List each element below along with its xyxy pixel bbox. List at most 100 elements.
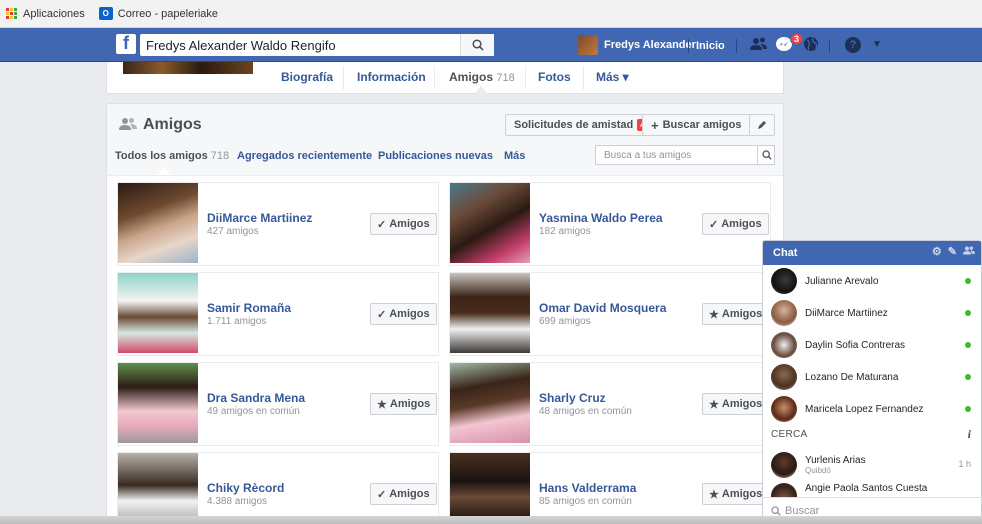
find-friends-button[interactable]: + Buscar amigos bbox=[642, 114, 751, 136]
friend-search-placeholder: Busca a tus amigos bbox=[604, 149, 692, 161]
filter-all-friends[interactable]: Todos los amigos 718 bbox=[115, 150, 229, 162]
bookmark-apps[interactable]: Aplicaciones bbox=[6, 7, 85, 20]
friend-photo[interactable] bbox=[118, 273, 198, 353]
tab-fotos[interactable]: Fotos bbox=[538, 70, 571, 84]
tab-amigos[interactable]: Amigos 718 bbox=[449, 70, 515, 84]
friend-name[interactable]: Sharly Cruz bbox=[539, 391, 606, 405]
friends-button[interactable]: ✓ Amigos bbox=[370, 213, 437, 235]
gear-icon[interactable]: ⚙ bbox=[932, 245, 942, 259]
friend-count[interactable]: 4.388 amigos bbox=[207, 496, 267, 507]
friend-photo[interactable] bbox=[450, 273, 530, 353]
friend-name[interactable]: DiiMarce Martiinez bbox=[207, 211, 312, 225]
friend-count[interactable]: 427 amigos bbox=[207, 226, 259, 237]
search-input[interactable]: Fredys Alexander Waldo Rengifo bbox=[140, 34, 494, 56]
friend-photo[interactable] bbox=[450, 363, 530, 443]
friend-photo[interactable] bbox=[450, 183, 530, 263]
chat-contact[interactable]: Julianne Arevalo bbox=[763, 265, 981, 297]
friend-search-button[interactable] bbox=[757, 146, 775, 164]
search-button[interactable] bbox=[460, 34, 494, 56]
friend-count[interactable]: 49 amigos en común bbox=[207, 406, 300, 417]
bookmark-mail-label: Correo - papeleriake bbox=[117, 7, 219, 20]
info-icon[interactable]: i bbox=[968, 427, 971, 442]
friends-button[interactable]: ✓ Amigos bbox=[702, 213, 769, 235]
tab-informacion[interactable]: Información bbox=[357, 70, 426, 84]
facebook-logo-icon[interactable]: f bbox=[116, 34, 136, 54]
friends-button-label: Amigos bbox=[721, 488, 763, 500]
outlook-icon: O bbox=[98, 7, 113, 20]
help-icon[interactable]: ? bbox=[845, 37, 861, 53]
friends-button[interactable]: ✓ Amigos bbox=[370, 483, 437, 505]
friends-icon bbox=[119, 117, 137, 134]
tab-biografia[interactable]: Biografía bbox=[281, 70, 333, 84]
friend-count[interactable]: 699 amigos bbox=[539, 316, 591, 327]
filter-more[interactable]: Más bbox=[504, 150, 525, 162]
chat-contact-name: Yurlenis Arias bbox=[805, 455, 866, 466]
chat-contact[interactable]: Maricela Lopez Fernandez bbox=[763, 393, 981, 425]
add-people-icon[interactable] bbox=[963, 245, 975, 259]
friend-name[interactable]: Dra Sandra Mena bbox=[207, 391, 305, 405]
account-menu-caret-icon[interactable]: ▼ bbox=[872, 39, 882, 50]
friends-button-label: Amigos bbox=[721, 398, 763, 410]
check-icon: ✓ bbox=[377, 218, 387, 231]
friend-requests-button[interactable]: Solicitudes de amistad 40 bbox=[505, 114, 663, 136]
chat-contact[interactable]: DiiMarce Martiinez bbox=[763, 297, 981, 329]
filter-new-posts[interactable]: Publicaciones nuevas bbox=[378, 150, 493, 162]
friends-button[interactable]: ★ Amigos bbox=[702, 483, 770, 505]
filter-all-count: 718 bbox=[210, 150, 230, 162]
friend-card: Sharly Cruz 48 amigos en común ★ Amigos bbox=[449, 362, 771, 446]
friend-name[interactable]: Omar David Mosquera bbox=[539, 301, 666, 315]
tab-amigos-count: 718 bbox=[496, 72, 515, 84]
friend-card: DiiMarce Martiinez 427 amigos ✓ Amigos bbox=[117, 182, 439, 266]
search-icon bbox=[771, 505, 781, 516]
home-link[interactable]: Inicio bbox=[696, 40, 725, 52]
friend-requests-label: Solicitudes de amistad bbox=[514, 119, 634, 131]
friends-button-label: Amigos bbox=[389, 488, 430, 500]
friend-requests-icon[interactable] bbox=[750, 36, 768, 57]
friends-button[interactable]: ★ Amigos bbox=[702, 393, 770, 415]
friend-count[interactable]: 1.711 amigos bbox=[207, 316, 266, 327]
friend-count[interactable]: 85 amigos en común bbox=[539, 496, 632, 507]
online-indicator bbox=[965, 310, 971, 316]
profile-link[interactable]: Fredys Alexander bbox=[578, 35, 696, 55]
plus-icon: + bbox=[651, 117, 659, 133]
chat-contact-name: Angie Paola Santos Cuesta bbox=[805, 483, 928, 494]
friend-photo[interactable] bbox=[118, 363, 198, 443]
cover-photo-thumbnail[interactable] bbox=[121, 62, 255, 76]
filter-recently-added[interactable]: Agregados recientemente bbox=[237, 150, 372, 162]
friend-name[interactable]: Hans Valderrama bbox=[539, 481, 636, 495]
friends-title-label: Amigos bbox=[143, 116, 202, 133]
friend-name[interactable]: Yasmina Waldo Perea bbox=[539, 211, 663, 225]
divider bbox=[583, 66, 584, 90]
chat-contact[interactable]: Daylin Sofia Contreras bbox=[763, 329, 981, 361]
divider bbox=[829, 39, 830, 53]
friend-photo[interactable] bbox=[450, 453, 530, 523]
chat-contact[interactable]: Yurlenis Arias Quibdó 1 h bbox=[763, 447, 981, 483]
friend-name[interactable]: Samir Romaña bbox=[207, 301, 291, 315]
check-icon: ✓ bbox=[377, 488, 387, 501]
friends-button-label: Amigos bbox=[721, 218, 762, 230]
friend-count[interactable]: 182 amigos bbox=[539, 226, 591, 237]
friends-panel-header: Amigos Solicitudes de amistad 40 + Busca… bbox=[107, 104, 783, 176]
star-icon: ★ bbox=[377, 398, 387, 411]
edit-button[interactable] bbox=[749, 114, 775, 136]
friend-name[interactable]: Chiky Rècord bbox=[207, 481, 284, 495]
bookmark-mail[interactable]: O Correo - papeleriake bbox=[98, 7, 219, 20]
friend-photo[interactable] bbox=[118, 453, 198, 523]
filter-all-label: Todos los amigos bbox=[115, 150, 208, 162]
globe-icon[interactable] bbox=[803, 36, 819, 57]
profile-tabs-bar: Biografía Información Amigos 718 Fotos M… bbox=[106, 62, 784, 94]
chat-header[interactable]: Chat ⚙ ✎ bbox=[763, 241, 981, 265]
friends-button[interactable]: ★ Amigos bbox=[702, 303, 770, 325]
friend-card: Hans Valderrama 85 amigos en común ★ Ami… bbox=[449, 452, 771, 523]
find-friends-label: Buscar amigos bbox=[662, 119, 742, 131]
friend-photo[interactable] bbox=[118, 183, 198, 263]
chat-contact[interactable]: Lozano De Maturana bbox=[763, 361, 981, 393]
new-message-icon[interactable]: ✎ bbox=[948, 245, 957, 259]
tab-mas[interactable]: Más ▾ bbox=[596, 70, 629, 84]
friends-button-label: Amigos bbox=[721, 308, 763, 320]
friends-button[interactable]: ★ Amigos bbox=[370, 393, 438, 415]
friend-count[interactable]: 48 amigos en común bbox=[539, 406, 632, 417]
friend-search-input[interactable]: Busca a tus amigos bbox=[595, 145, 775, 165]
friends-button[interactable]: ✓ Amigos bbox=[370, 303, 437, 325]
chat-contact-name: Julianne Arevalo bbox=[805, 275, 879, 287]
